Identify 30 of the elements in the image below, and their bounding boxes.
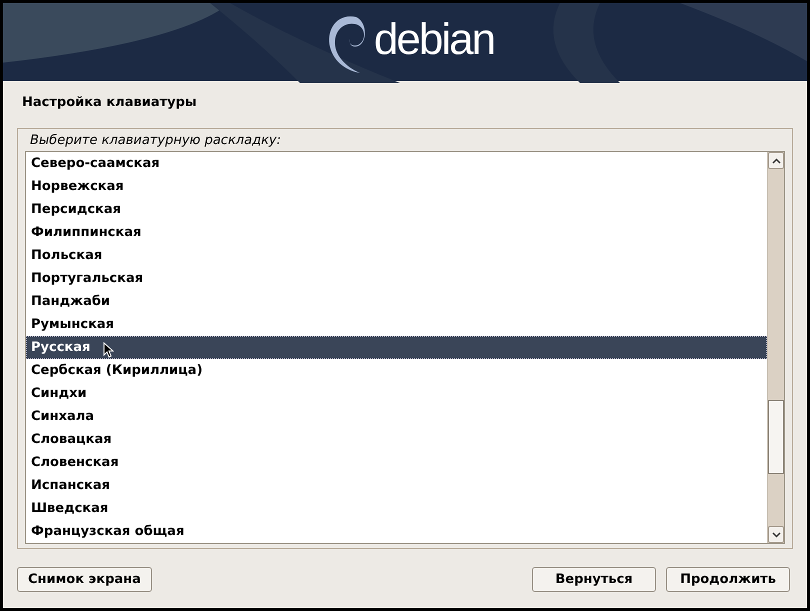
prompt-label: Выберите клавиатурную раскладку: — [30, 133, 282, 150]
scroll-up-button[interactable] — [768, 152, 784, 169]
layout-item[interactable]: Словацкая — [26, 428, 767, 451]
layout-item[interactable]: Северо-саамская — [26, 152, 767, 175]
layout-item[interactable]: Польская — [26, 244, 767, 267]
continue-button[interactable]: Продолжить — [666, 567, 790, 592]
layout-item[interactable]: Персидская — [26, 198, 767, 221]
caret-up-icon — [772, 158, 780, 164]
back-button[interactable]: Вернуться — [532, 567, 656, 592]
layout-item[interactable]: Португальская — [26, 267, 767, 290]
scrollbar[interactable] — [767, 152, 784, 543]
layout-item[interactable]: Французская общая — [26, 520, 767, 543]
caret-down-icon — [772, 532, 780, 538]
layout-item[interactable]: Румынская — [26, 313, 767, 336]
layout-item[interactable]: Словенская — [26, 451, 767, 474]
mouse-pointer-icon — [103, 342, 114, 358]
screenshot-button[interactable]: Снимок экрана — [17, 567, 152, 592]
layout-item[interactable]: Синхала — [26, 405, 767, 428]
page-title: Настройка клавиатуры — [22, 95, 198, 112]
layout-item[interactable]: Шведская — [26, 497, 767, 520]
layout-item[interactable]: Норвежская — [26, 175, 767, 198]
layout-item[interactable]: Испанская — [26, 474, 767, 497]
logo-text: debian — [374, 18, 494, 66]
layout-item[interactable]: Филиппинская — [26, 221, 767, 244]
scrollbar-thumb[interactable] — [768, 400, 784, 474]
layout-item[interactable]: Сербская (Кириллица) — [26, 359, 767, 382]
layout-item[interactable]: Русская — [26, 336, 767, 359]
layout-item[interactable]: Синдхи — [26, 382, 767, 405]
layout-item[interactable]: Панджаби — [26, 290, 767, 313]
scroll-down-button[interactable] — [768, 526, 784, 543]
